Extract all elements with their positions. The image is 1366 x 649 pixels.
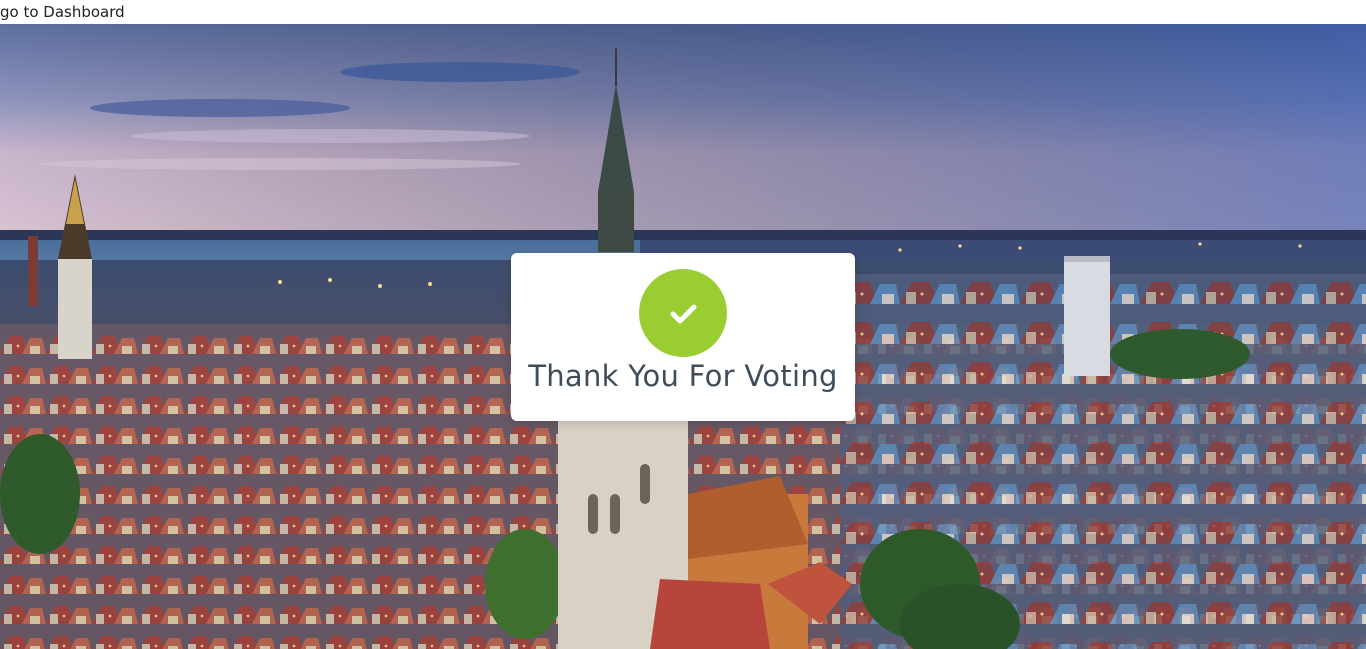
success-badge [639, 269, 727, 357]
dashboard-link[interactable]: go to Dashboard [0, 0, 125, 24]
confirmation-message: Thank You For Voting [528, 359, 838, 393]
hero-background: Thank You For Voting [0, 24, 1366, 649]
confirmation-card: Thank You For Voting [511, 253, 855, 421]
check-icon [670, 304, 697, 324]
top-bar: go to Dashboard [0, 0, 1366, 24]
